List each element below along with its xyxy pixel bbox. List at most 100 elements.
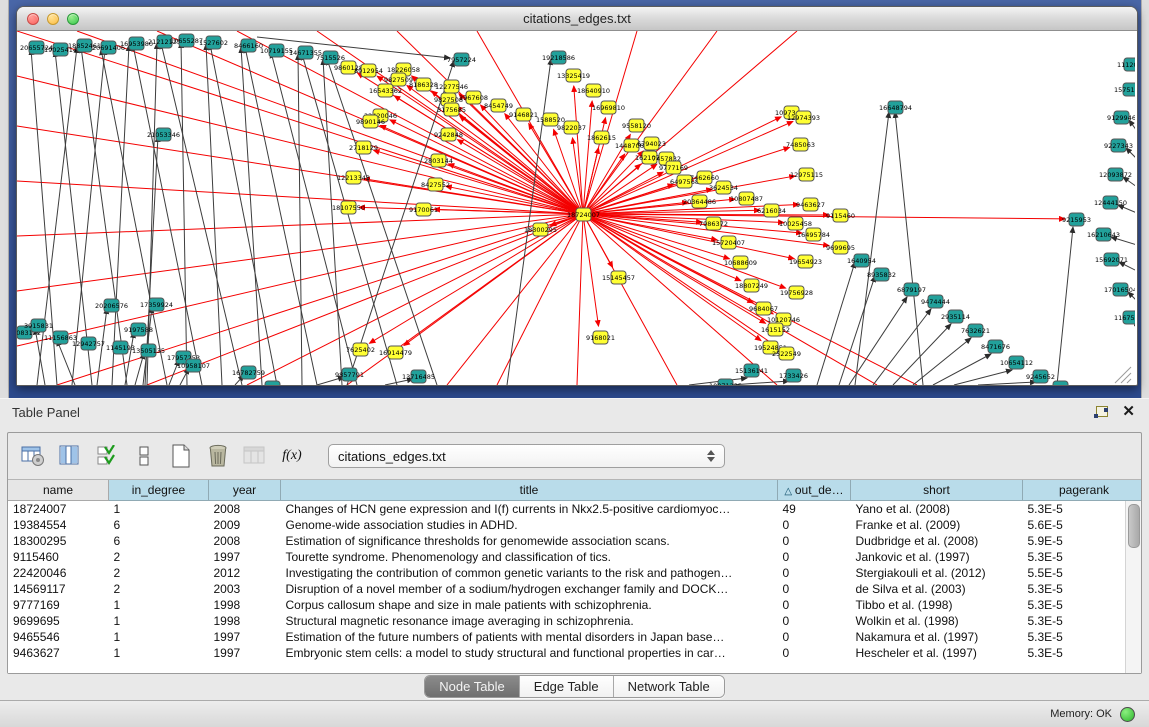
graph-node[interactable]: 1733426 — [779, 369, 808, 382]
graph-node[interactable]: 9463627 — [796, 198, 825, 211]
table-scrollbar[interactable] — [1125, 501, 1141, 673]
column-header-year[interactable]: year — [209, 480, 281, 501]
column-header-title[interactable]: title — [281, 480, 778, 501]
graph-node[interactable]: 12277546 — [435, 80, 468, 93]
graph-node[interactable]: 15136141 — [735, 364, 768, 377]
right-panel-edge[interactable] — [1141, 0, 1149, 398]
graph-node[interactable]: 13325419 — [557, 69, 590, 82]
graph-node[interactable]: 9146821 — [509, 108, 538, 121]
table-row[interactable]: 2242004622012Investigating the contribut… — [8, 565, 1141, 581]
graph-node[interactable]: 16914479 — [379, 346, 412, 359]
graph-node[interactable]: 9445012 — [1046, 381, 1075, 385]
graph-node[interactable]: 9245652 — [1026, 370, 1055, 383]
table-row[interactable]: 1830029562008Estimation of significance … — [8, 533, 1141, 549]
graph-node[interactable]: 9115460 — [826, 209, 855, 222]
function-builder-icon[interactable]: f(x) — [279, 443, 305, 469]
graph-node[interactable]: 9699695 — [826, 241, 855, 254]
graph-node[interactable]: 12093872 — [1099, 168, 1132, 181]
table-row[interactable]: 969969511998Structural magnetic resonanc… — [8, 613, 1141, 629]
graph-node[interactable]: 16210643 — [1087, 228, 1120, 241]
column-header-short[interactable]: short — [851, 480, 1023, 501]
tab-edge-table[interactable]: Edge Table — [520, 676, 614, 697]
graph-node[interactable]: 16782759 — [232, 366, 265, 379]
graph-node[interactable]: 1862615 — [587, 131, 616, 144]
graph-node[interactable]: 15751074 — [1114, 83, 1135, 96]
graph-node[interactable]: 1527602 — [199, 36, 228, 49]
graph-node[interactable]: 8471676 — [981, 340, 1010, 353]
graph-node[interactable]: 17359924 — [140, 298, 173, 311]
graph-node[interactable]: 19654923 — [789, 255, 822, 268]
graph-node[interactable]: 20364486 — [683, 195, 716, 208]
graph-node[interactable]: 8186328 — [409, 78, 438, 91]
graph-node[interactable]: 9558120 — [622, 119, 651, 132]
table-row[interactable]: 977716911998Corpus callosum shape and si… — [8, 597, 1141, 613]
graph-node[interactable]: 16969810 — [592, 101, 625, 114]
tab-network-table[interactable]: Network Table — [614, 676, 724, 697]
graph-node[interactable]: 11675330 — [1114, 311, 1135, 324]
node-table: namein_degreeyeartitle△ out_de…shortpage… — [8, 479, 1141, 673]
graph-node[interactable]: 10654112 — [1000, 356, 1033, 369]
graph-node[interactable]: 13716485 — [402, 370, 435, 383]
graph-node[interactable]: 19218586 — [542, 51, 575, 64]
graph-node[interactable]: 20206576 — [95, 299, 128, 312]
graph-node[interactable]: 18107550 — [332, 201, 365, 214]
left-panel-edge[interactable] — [0, 0, 9, 398]
network-canvas[interactable]: 1872400718300295986012889129541822605898… — [17, 31, 1135, 385]
table-row[interactable]: 1938455462009Genome-wide association stu… — [8, 517, 1141, 533]
tab-node-table[interactable]: Node Table — [425, 676, 520, 697]
graph-node[interactable]: 9242848 — [434, 128, 463, 141]
table-row[interactable]: 1872400712008Changes of HCN gene express… — [8, 501, 1141, 518]
graph-node[interactable]: 2935114 — [941, 310, 970, 323]
graph-node[interactable]: 7957224 — [447, 53, 476, 66]
column-header-out_degree[interactable]: △ out_de… — [778, 480, 851, 501]
table-settings-icon[interactable] — [20, 443, 46, 469]
table-cell: 1 — [109, 597, 209, 613]
graph-node[interactable]: 2718129 — [349, 141, 378, 154]
graph-node[interactable]: 1112037 — [1117, 58, 1135, 71]
column-header-name[interactable]: name — [8, 480, 109, 501]
graph-node[interactable]: 9857791 — [335, 368, 364, 381]
column-header-pagerank[interactable]: pagerank — [1023, 480, 1142, 501]
column-header-in_degree[interactable]: in_degree — [109, 480, 209, 501]
graph-node[interactable]: 15145457 — [602, 271, 635, 284]
graph-node[interactable]: 9168021 — [586, 331, 615, 344]
graph-node[interactable]: 6879197 — [897, 283, 926, 296]
graph-node[interactable]: 18640910 — [577, 84, 610, 97]
graph-node[interactable]: 8935832 — [867, 268, 896, 281]
float-panel-icon[interactable] — [1094, 406, 1108, 418]
graph-node[interactable]: 10807487 — [730, 192, 763, 205]
table-row[interactable]: 911546021997Tourette syndrome. Phenomeno… — [8, 549, 1141, 565]
network-window-titlebar[interactable]: citations_edges.txt — [17, 7, 1137, 31]
window-resize-grip[interactable] — [1115, 367, 1131, 383]
graph-node[interactable]: 13505135 — [132, 344, 165, 357]
graph-node[interactable]: 16648794 — [879, 101, 912, 114]
close-panel-icon[interactable]: ✕ — [1122, 405, 1135, 419]
table-row[interactable]: 946554611997Estimation of the future num… — [8, 629, 1141, 645]
new-document-icon[interactable] — [168, 443, 194, 469]
table-source-selector[interactable]: citations_edges.txt — [328, 444, 725, 468]
graph-node[interactable]: 3624534 — [709, 181, 738, 194]
graph-node[interactable]: 1640954 — [847, 254, 876, 267]
graph-node[interactable]: 7485063 — [786, 138, 815, 151]
graph-node-label: 11675330 — [1114, 314, 1135, 322]
column-visibility-icon[interactable] — [57, 443, 83, 469]
graph-node[interactable]: 9474444 — [921, 295, 950, 308]
graph-node[interactable]: 12975115 — [790, 168, 823, 181]
delete-icon[interactable] — [205, 443, 231, 469]
memory-status-indicator[interactable] — [1120, 707, 1135, 722]
graph-node[interactable]: 8466160 — [234, 39, 263, 52]
table-row[interactable]: 1456911722003Disruption of a novel membe… — [8, 581, 1141, 597]
graph-node[interactable]: 10071235 — [709, 379, 742, 385]
graph-node[interactable]: 18807249 — [735, 279, 768, 292]
graph-node[interactable]: 9215953 — [1062, 213, 1091, 226]
graph-node[interactable]: 7632621 — [961, 324, 990, 337]
graph-node[interactable]: 7625402 — [346, 343, 375, 356]
row-check-icon[interactable] — [94, 443, 120, 469]
table-row[interactable]: 946362711997Embryonic stem cells: a mode… — [8, 645, 1141, 661]
table-scrollbar-thumb[interactable] — [1128, 504, 1140, 548]
graph-node[interactable]: 11923448 — [256, 381, 289, 385]
graph-node-label: 9129946 — [1107, 114, 1135, 122]
table-rows-icon[interactable] — [131, 443, 157, 469]
citation-edge-red — [380, 125, 583, 214]
import-table-icon[interactable] — [242, 443, 268, 469]
